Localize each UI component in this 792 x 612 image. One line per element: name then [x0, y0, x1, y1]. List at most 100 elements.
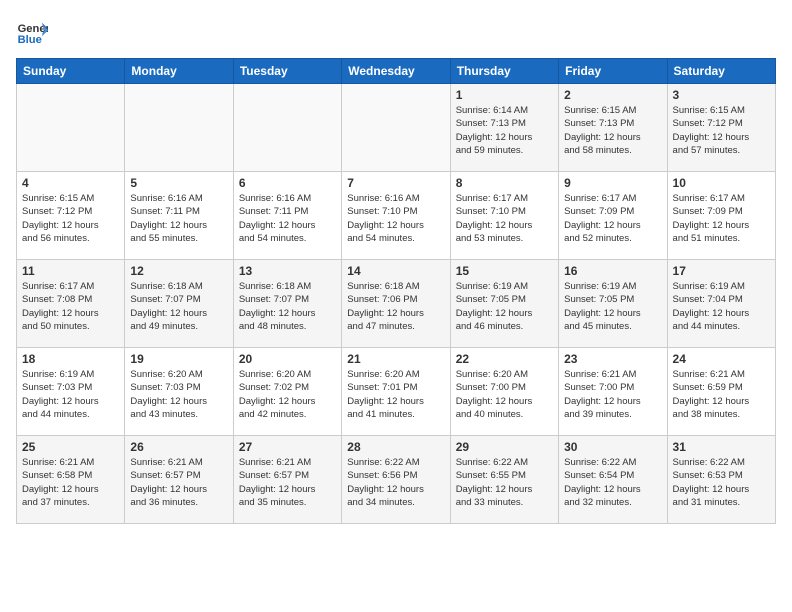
calendar-cell: 20 Sunrise: 6:20 AM Sunset: 7:02 PM Dayli… [233, 348, 341, 436]
calendar-cell: 1 Sunrise: 6:14 AM Sunset: 7:13 PM Daylig… [450, 84, 558, 172]
day-info: Sunrise: 6:22 AM Sunset: 6:55 PM Dayligh… [456, 456, 553, 509]
calendar-cell: 18 Sunrise: 6:19 AM Sunset: 7:03 PM Dayli… [17, 348, 125, 436]
calendar-cell [17, 84, 125, 172]
day-info: Sunrise: 6:17 AM Sunset: 7:09 PM Dayligh… [673, 192, 770, 245]
day-info: Sunrise: 6:20 AM Sunset: 7:03 PM Dayligh… [130, 368, 227, 421]
day-info: Sunrise: 6:20 AM Sunset: 7:02 PM Dayligh… [239, 368, 336, 421]
day-number: 1 [456, 88, 553, 102]
calendar-cell: 15Sunrise: 6:19 AM Sunset: 7:05 PM Dayli… [450, 260, 558, 348]
day-info: Sunrise: 6:17 AM Sunset: 7:09 PM Dayligh… [564, 192, 661, 245]
day-info: Sunrise: 6:18 AM Sunset: 7:07 PM Dayligh… [239, 280, 336, 333]
day-number: 25 [22, 440, 119, 454]
calendar-cell: 5Sunrise: 6:16 AM Sunset: 7:11 PM Daylig… [125, 172, 233, 260]
calendar-cell: 4 Sunrise: 6:15 AM Sunset: 7:12 PM Daylig… [17, 172, 125, 260]
calendar-cell: 14 Sunrise: 6:18 AM Sunset: 7:06 PM Dayli… [342, 260, 450, 348]
calendar-cell [125, 84, 233, 172]
calendar-cell [342, 84, 450, 172]
calendar-cell: 12Sunrise: 6:18 AM Sunset: 7:07 PM Dayli… [125, 260, 233, 348]
calendar-cell: 31 Sunrise: 6:22 AM Sunset: 6:53 PM Dayli… [667, 436, 775, 524]
day-info: Sunrise: 6:22 AM Sunset: 6:53 PM Dayligh… [673, 456, 770, 509]
day-number: 21 [347, 352, 444, 366]
day-number: 27 [239, 440, 336, 454]
weekday-header-wednesday: Wednesday [342, 59, 450, 84]
calendar-cell: 6Sunrise: 6:16 AM Sunset: 7:11 PM Daylig… [233, 172, 341, 260]
calendar-cell: 19 Sunrise: 6:20 AM Sunset: 7:03 PM Dayli… [125, 348, 233, 436]
day-info: Sunrise: 6:17 AM Sunset: 7:08 PM Dayligh… [22, 280, 119, 333]
day-number: 29 [456, 440, 553, 454]
calendar-cell: 21 Sunrise: 6:20 AM Sunset: 7:01 PM Dayli… [342, 348, 450, 436]
calendar-cell: 16 Sunrise: 6:19 AM Sunset: 7:05 PM Dayli… [559, 260, 667, 348]
weekday-header-sunday: Sunday [17, 59, 125, 84]
day-number: 4 [22, 176, 119, 190]
day-number: 31 [673, 440, 770, 454]
week-row-1: 1 Sunrise: 6:14 AM Sunset: 7:13 PM Daylig… [17, 84, 776, 172]
day-info: Sunrise: 6:19 AM Sunset: 7:03 PM Dayligh… [22, 368, 119, 421]
day-number: 18 [22, 352, 119, 366]
week-row-4: 18 Sunrise: 6:19 AM Sunset: 7:03 PM Dayli… [17, 348, 776, 436]
calendar-cell [233, 84, 341, 172]
header: General Blue [16, 16, 776, 48]
calendar-cell: 11 Sunrise: 6:17 AM Sunset: 7:08 PM Dayli… [17, 260, 125, 348]
weekday-header-saturday: Saturday [667, 59, 775, 84]
day-info: Sunrise: 6:20 AM Sunset: 7:01 PM Dayligh… [347, 368, 444, 421]
weekday-header-thursday: Thursday [450, 59, 558, 84]
calendar-cell: 30 Sunrise: 6:22 AM Sunset: 6:54 PM Dayli… [559, 436, 667, 524]
day-number: 16 [564, 264, 661, 278]
day-number: 30 [564, 440, 661, 454]
day-info: Sunrise: 6:21 AM Sunset: 6:57 PM Dayligh… [130, 456, 227, 509]
day-info: Sunrise: 6:21 AM Sunset: 7:00 PM Dayligh… [564, 368, 661, 421]
day-number: 2 [564, 88, 661, 102]
day-number: 14 [347, 264, 444, 278]
calendar-cell: 7 Sunrise: 6:16 AM Sunset: 7:10 PM Daylig… [342, 172, 450, 260]
day-number: 26 [130, 440, 227, 454]
calendar-cell: 10 Sunrise: 6:17 AM Sunset: 7:09 PM Dayli… [667, 172, 775, 260]
day-number: 24 [673, 352, 770, 366]
day-number: 17 [673, 264, 770, 278]
calendar-cell: 9Sunrise: 6:17 AM Sunset: 7:09 PM Daylig… [559, 172, 667, 260]
day-info: Sunrise: 6:21 AM Sunset: 6:59 PM Dayligh… [673, 368, 770, 421]
logo: General Blue [16, 16, 48, 48]
day-number: 10 [673, 176, 770, 190]
calendar-cell: 13 Sunrise: 6:18 AM Sunset: 7:07 PM Dayli… [233, 260, 341, 348]
calendar-cell: 28 Sunrise: 6:22 AM Sunset: 6:56 PM Dayli… [342, 436, 450, 524]
day-info: Sunrise: 6:14 AM Sunset: 7:13 PM Dayligh… [456, 104, 553, 157]
day-number: 28 [347, 440, 444, 454]
day-info: Sunrise: 6:19 AM Sunset: 7:04 PM Dayligh… [673, 280, 770, 333]
day-info: Sunrise: 6:22 AM Sunset: 6:54 PM Dayligh… [564, 456, 661, 509]
calendar-cell: 8 Sunrise: 6:17 AM Sunset: 7:10 PM Daylig… [450, 172, 558, 260]
day-number: 5 [130, 176, 227, 190]
day-info: Sunrise: 6:15 AM Sunset: 7:12 PM Dayligh… [22, 192, 119, 245]
day-info: Sunrise: 6:21 AM Sunset: 6:58 PM Dayligh… [22, 456, 119, 509]
day-number: 7 [347, 176, 444, 190]
day-number: 13 [239, 264, 336, 278]
svg-text:Blue: Blue [18, 34, 42, 46]
day-number: 11 [22, 264, 119, 278]
day-number: 19 [130, 352, 227, 366]
day-number: 15 [456, 264, 553, 278]
calendar-cell: 24 Sunrise: 6:21 AM Sunset: 6:59 PM Dayli… [667, 348, 775, 436]
weekday-header-friday: Friday [559, 59, 667, 84]
day-info: Sunrise: 6:17 AM Sunset: 7:10 PM Dayligh… [456, 192, 553, 245]
calendar-cell: 22Sunrise: 6:20 AM Sunset: 7:00 PM Dayli… [450, 348, 558, 436]
day-info: Sunrise: 6:15 AM Sunset: 7:12 PM Dayligh… [673, 104, 770, 157]
day-info: Sunrise: 6:18 AM Sunset: 7:06 PM Dayligh… [347, 280, 444, 333]
calendar-cell: 26 Sunrise: 6:21 AM Sunset: 6:57 PM Dayli… [125, 436, 233, 524]
calendar-cell: 3 Sunrise: 6:15 AM Sunset: 7:12 PM Daylig… [667, 84, 775, 172]
day-info: Sunrise: 6:15 AM Sunset: 7:13 PM Dayligh… [564, 104, 661, 157]
day-number: 12 [130, 264, 227, 278]
week-row-2: 4 Sunrise: 6:15 AM Sunset: 7:12 PM Daylig… [17, 172, 776, 260]
day-info: Sunrise: 6:16 AM Sunset: 7:10 PM Dayligh… [347, 192, 444, 245]
day-number: 20 [239, 352, 336, 366]
calendar-cell: 23Sunrise: 6:21 AM Sunset: 7:00 PM Dayli… [559, 348, 667, 436]
day-info: Sunrise: 6:21 AM Sunset: 6:57 PM Dayligh… [239, 456, 336, 509]
weekday-header-monday: Monday [125, 59, 233, 84]
day-number: 3 [673, 88, 770, 102]
day-info: Sunrise: 6:19 AM Sunset: 7:05 PM Dayligh… [564, 280, 661, 333]
calendar-cell: 29 Sunrise: 6:22 AM Sunset: 6:55 PM Dayli… [450, 436, 558, 524]
weekday-header-row: SundayMondayTuesdayWednesdayThursdayFrid… [17, 59, 776, 84]
calendar-cell: 25 Sunrise: 6:21 AM Sunset: 6:58 PM Dayli… [17, 436, 125, 524]
day-info: Sunrise: 6:22 AM Sunset: 6:56 PM Dayligh… [347, 456, 444, 509]
day-number: 8 [456, 176, 553, 190]
week-row-5: 25 Sunrise: 6:21 AM Sunset: 6:58 PM Dayli… [17, 436, 776, 524]
day-number: 6 [239, 176, 336, 190]
